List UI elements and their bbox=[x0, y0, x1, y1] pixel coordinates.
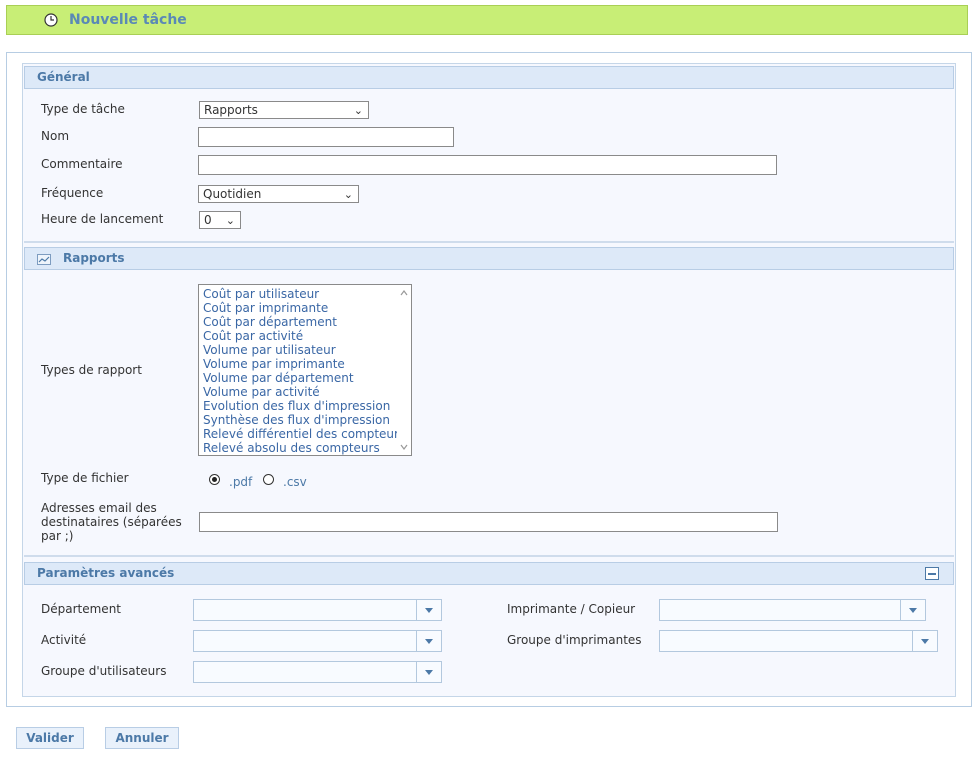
printer-group-combo[interactable] bbox=[659, 630, 938, 652]
activity-combo[interactable] bbox=[193, 630, 442, 652]
clock-icon bbox=[44, 13, 58, 27]
task-type-value: Rapports bbox=[204, 103, 258, 117]
section-advanced-title: Paramètres avancés bbox=[37, 566, 175, 580]
user-group-dropdown-button[interactable] bbox=[416, 662, 441, 682]
report-type-option[interactable]: Volume par activité bbox=[203, 385, 320, 399]
report-type-option[interactable]: Relevé différentiel des compteurs bbox=[203, 427, 405, 441]
comment-input[interactable] bbox=[198, 155, 777, 175]
section-reports-title: Rapports bbox=[63, 251, 125, 265]
report-type-option[interactable]: Coût par utilisateur bbox=[203, 287, 319, 301]
csv-radio[interactable] bbox=[263, 474, 274, 485]
caret-down-icon bbox=[425, 608, 433, 613]
name-label: Nom bbox=[41, 129, 70, 143]
caret-down-icon bbox=[921, 639, 929, 644]
emails-input[interactable] bbox=[199, 512, 778, 532]
printer-dropdown-button[interactable] bbox=[900, 600, 925, 620]
caret-down-icon bbox=[909, 608, 917, 613]
file-type-label: Type de fichier bbox=[41, 471, 129, 485]
report-type-option[interactable]: Volume par imprimante bbox=[203, 357, 345, 371]
report-type-option[interactable]: Coût par département bbox=[203, 315, 337, 329]
comment-label: Commentaire bbox=[41, 157, 123, 171]
report-type-option[interactable]: Synthèse des flux d'impression bbox=[203, 413, 390, 427]
report-type-option[interactable]: Evolution des flux d'impression bbox=[203, 399, 390, 413]
task-type-select[interactable]: Rapports ⌄ bbox=[199, 101, 369, 119]
frequency-label: Fréquence bbox=[41, 186, 104, 200]
start-hour-value: 0 bbox=[204, 213, 212, 227]
section-divider bbox=[24, 241, 954, 243]
csv-radio-label: .csv bbox=[283, 475, 307, 489]
scroll-down-icon[interactable] bbox=[400, 444, 408, 450]
report-type-option[interactable]: Coût par activité bbox=[203, 329, 303, 343]
emails-label: Adresses email des destinataires (séparé… bbox=[41, 501, 182, 543]
name-input[interactable] bbox=[198, 127, 454, 147]
page-title: Nouvelle tâche bbox=[69, 12, 187, 28]
listbox-scrollbar[interactable] bbox=[397, 285, 411, 455]
report-types-listbox[interactable]: Coût par utilisateur Coût par imprimante C… bbox=[198, 284, 412, 456]
section-general-title: Général bbox=[37, 70, 90, 84]
activity-label: Activité bbox=[41, 633, 87, 647]
pdf-radio-label: .pdf bbox=[229, 475, 253, 489]
collapse-button[interactable] bbox=[925, 567, 939, 580]
user-group-label: Groupe d'utilisateurs bbox=[41, 664, 167, 678]
validate-button[interactable]: Valider bbox=[16, 727, 84, 749]
report-type-option[interactable]: Relevé absolu des compteurs bbox=[203, 441, 380, 455]
report-type-option[interactable]: Coût par imprimante bbox=[203, 301, 328, 315]
scroll-up-icon[interactable] bbox=[400, 290, 408, 296]
printer-group-label: Groupe d'imprimantes bbox=[507, 633, 642, 647]
section-divider bbox=[24, 555, 954, 557]
title-bar: Nouvelle tâche bbox=[6, 5, 968, 35]
report-type-option[interactable]: Volume par département bbox=[203, 371, 354, 385]
minus-icon bbox=[928, 573, 936, 575]
caret-down-icon bbox=[425, 670, 433, 675]
section-advanced-header: Paramètres avancés bbox=[24, 562, 954, 585]
caret-down-icon bbox=[425, 639, 433, 644]
department-combo[interactable] bbox=[193, 599, 442, 621]
report-type-option[interactable]: Volume par utilisateur bbox=[203, 343, 336, 357]
printer-group-dropdown-button[interactable] bbox=[912, 631, 937, 651]
frequency-select[interactable]: Quotidien ⌄ bbox=[198, 185, 359, 203]
user-group-combo[interactable] bbox=[193, 661, 442, 683]
pdf-radio[interactable] bbox=[209, 474, 220, 485]
section-reports-header: Rapports bbox=[24, 247, 954, 270]
chevron-down-icon: ⌄ bbox=[353, 104, 363, 117]
chevron-down-icon: ⌄ bbox=[225, 214, 235, 227]
cancel-button[interactable]: Annuler bbox=[105, 727, 179, 749]
chart-icon bbox=[37, 254, 51, 265]
start-hour-select[interactable]: 0 ⌄ bbox=[199, 211, 241, 229]
printer-label: Imprimante / Copieur bbox=[507, 602, 636, 616]
frequency-value: Quotidien bbox=[203, 187, 262, 201]
printer-combo[interactable] bbox=[659, 599, 926, 621]
task-type-label: Type de tâche bbox=[41, 102, 125, 116]
report-types-label: Types de rapport bbox=[41, 363, 142, 377]
department-label: Département bbox=[41, 602, 121, 616]
activity-dropdown-button[interactable] bbox=[416, 631, 441, 651]
chevron-down-icon: ⌄ bbox=[343, 188, 353, 201]
start-hour-label: Heure de lancement bbox=[41, 212, 164, 226]
section-general-header: Général bbox=[24, 66, 954, 89]
department-dropdown-button[interactable] bbox=[416, 600, 441, 620]
